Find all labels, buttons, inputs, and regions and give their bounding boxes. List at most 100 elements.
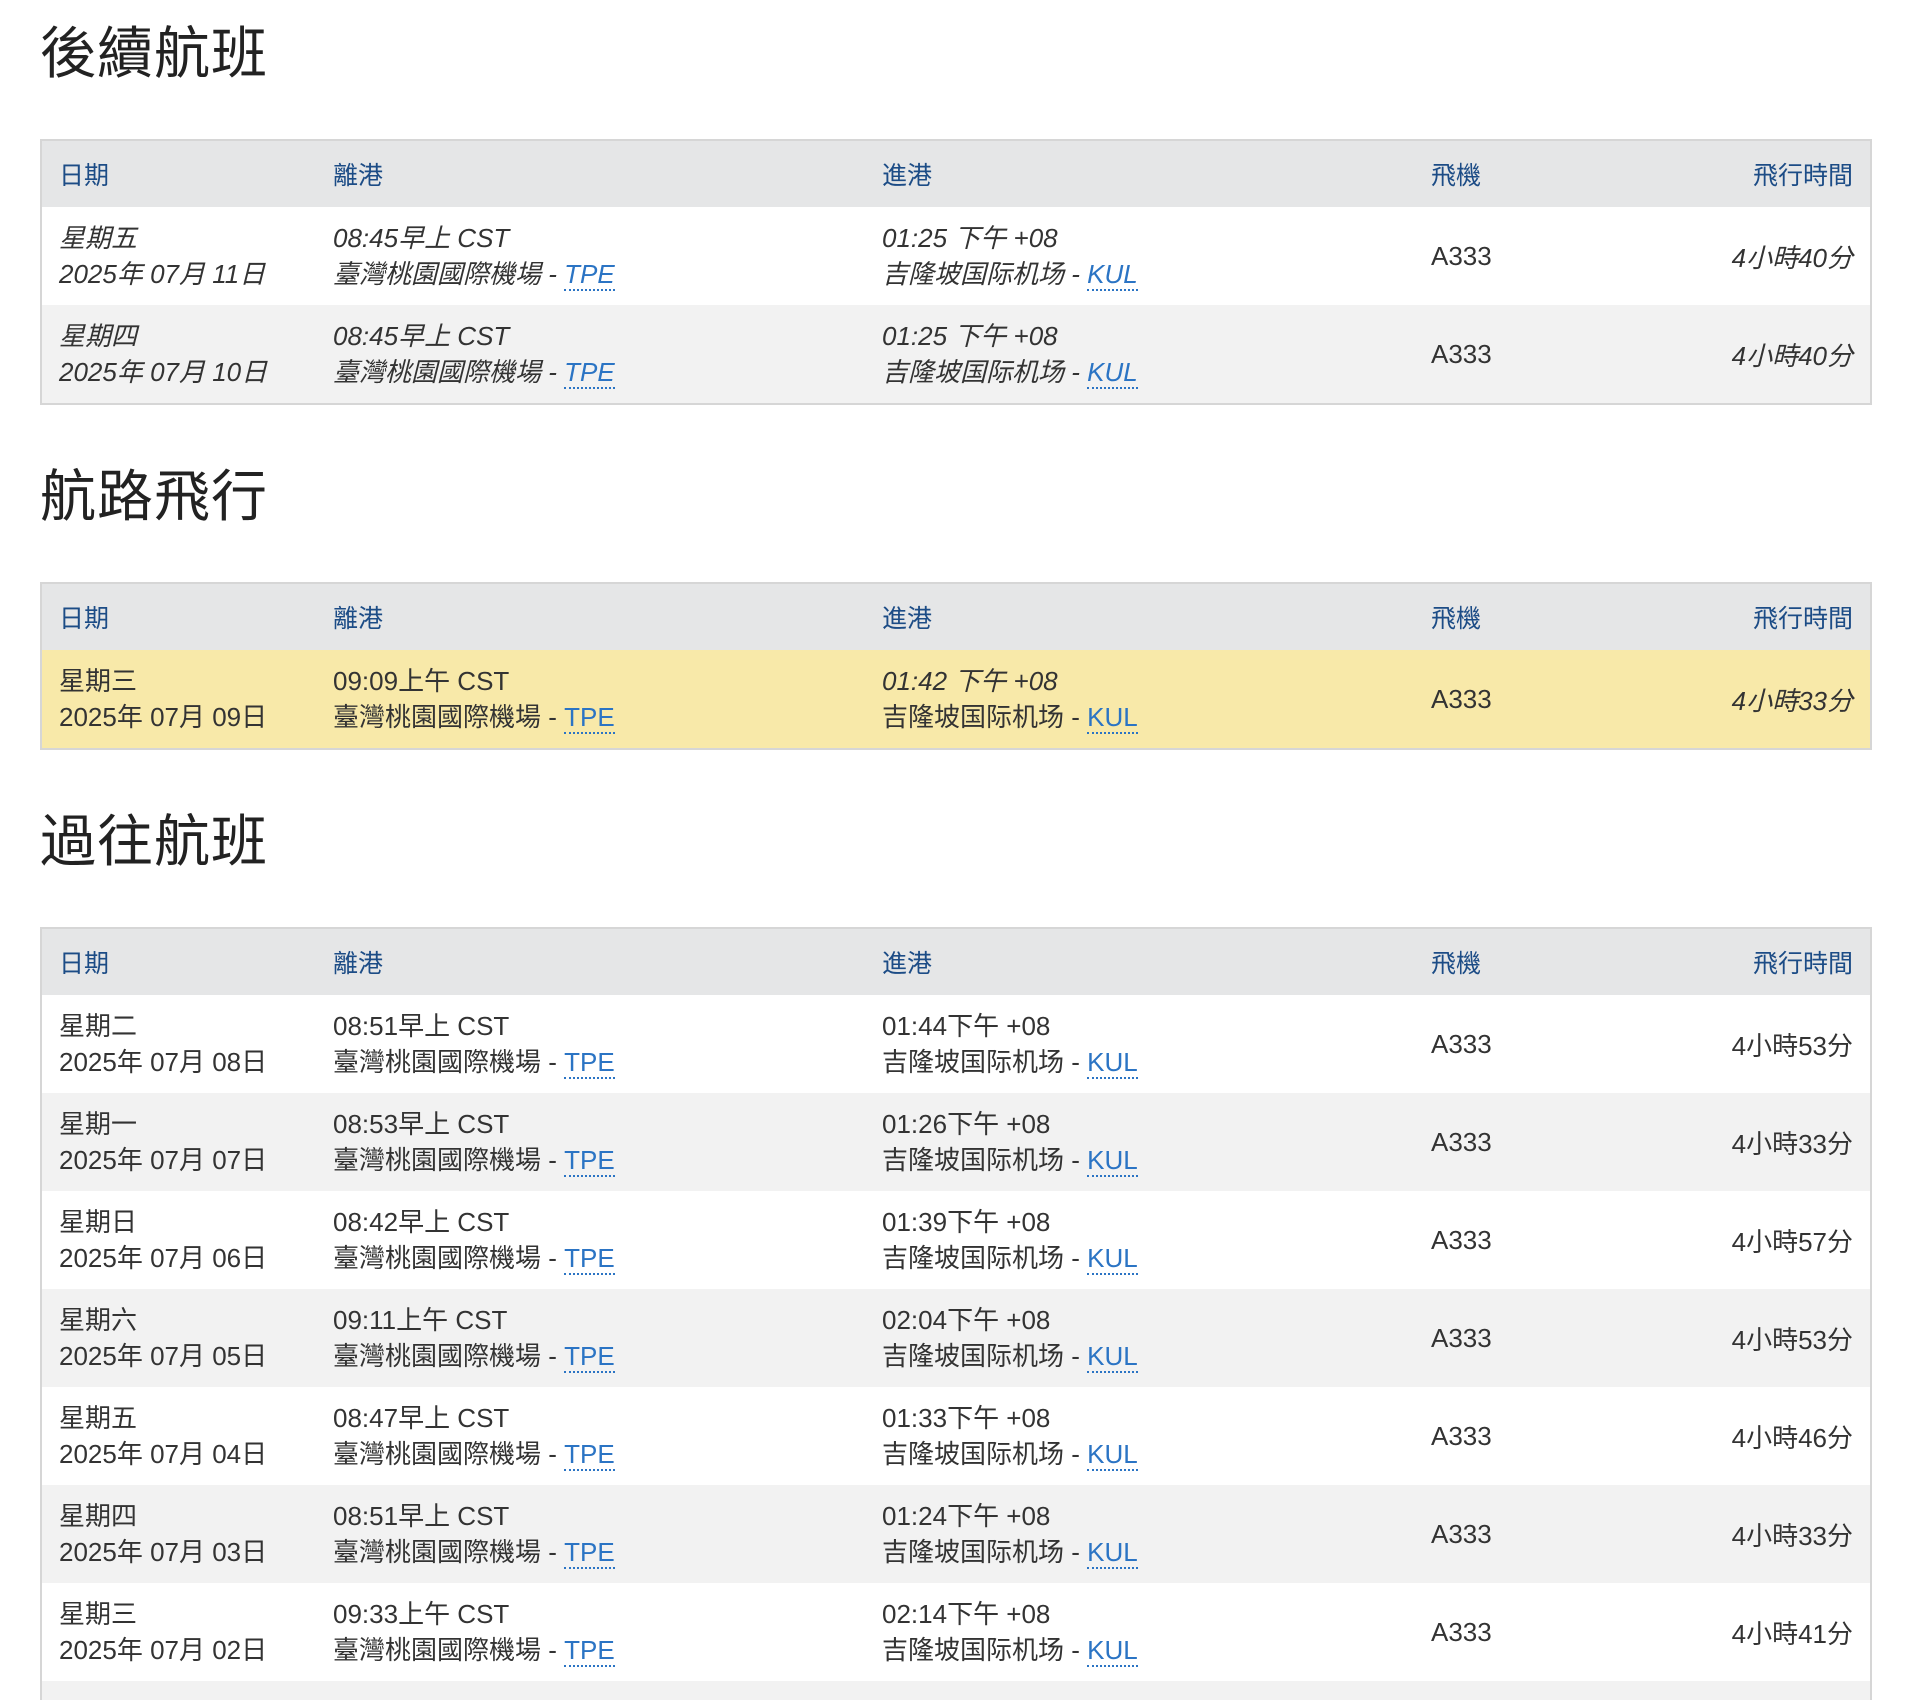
departure-airport-code-link[interactable]: TPE (564, 259, 615, 291)
table-row[interactable]: 星期六 2025年 07月 05日 09:11上午 CST 臺灣桃園國際機場 -… (42, 1289, 1870, 1387)
date: 2025年 07月 08日 (59, 1047, 268, 1077)
weekday: 星期六 (59, 1305, 138, 1335)
arrival-cell: 01:25 下午 +08 吉隆坡国际机场 - KUL (865, 220, 1414, 292)
table-header: 日期 離港 進港 飛機 飛行時間 (42, 584, 1870, 650)
arrival-airport-code-link[interactable]: KUL (1087, 357, 1138, 389)
departure-airport-code-link[interactable]: TPE (564, 1439, 615, 1471)
arrival-airport-code-link[interactable]: KUL (1087, 702, 1138, 734)
arrival-airport-line: 吉隆坡国际机场 - KUL (882, 357, 1138, 389)
date: 2025年 07月 02日 (59, 1635, 268, 1665)
departure-cell: 08:51早上 CST 臺灣桃園國際機場 - TPE (316, 1008, 865, 1080)
arrival-time: 02:04下午 +08 (882, 1305, 1051, 1335)
weekday: 星期三 (59, 1599, 138, 1629)
aircraft-type: A333 (1431, 1322, 1492, 1353)
departure-airport-line: 臺灣桃園國際機場 - TPE (333, 1047, 615, 1079)
date-cell: 星期二 2025年 07月 08日 (42, 1008, 316, 1080)
aircraft-type: A333 (1431, 683, 1492, 714)
departure-airport-code-link[interactable]: TPE (564, 1145, 615, 1177)
departure-time: 08:42早上 CST (333, 1207, 510, 1237)
departure-airport-code-link[interactable]: TPE (564, 1537, 615, 1569)
departure-airport-code-link[interactable]: TPE (564, 1635, 615, 1667)
arrival-airport-line: 吉隆坡国际机场 - KUL (882, 1635, 1138, 1667)
arrival-airport: 吉隆坡国际机场 (882, 1145, 1065, 1175)
departure-time: 08:53早上 CST (333, 1109, 510, 1139)
arrival-airport-line: 吉隆坡国际机场 - KUL (882, 1047, 1138, 1079)
arrival-cell: 01:25 下午 +08 吉隆坡国际机场 - KUL (865, 318, 1414, 390)
arrival-airport-code-link[interactable]: KUL (1087, 1341, 1138, 1373)
table-row[interactable]: 星期二 2025年 07月 08日 08:51早上 CST 臺灣桃園國際機場 -… (42, 995, 1870, 1093)
arrival-airport-line: 吉隆坡国际机场 - KUL (882, 702, 1138, 734)
arrival-airport: 吉隆坡国际机场 (882, 1537, 1065, 1567)
arrival-airport-code-link[interactable]: KUL (1087, 1047, 1138, 1079)
flight-duration: 4小時53分 (1731, 1030, 1853, 1061)
departure-airport: 臺灣桃園國際機場 (333, 1439, 542, 1469)
table-row-current[interactable]: 星期三 2025年 07月 09日 09:09上午 CST 臺灣桃園國際機場 -… (42, 650, 1870, 748)
departure-cell: 09:33上午 CST 臺灣桃園國際機場 - TPE (316, 1596, 865, 1668)
header-departure: 離港 (333, 605, 384, 633)
departure-airport: 臺灣桃園國際機場 (333, 259, 542, 289)
date: 2025年 07月 03日 (59, 1537, 268, 1567)
departure-airport-code-link[interactable]: TPE (564, 357, 615, 389)
departure-airport: 臺灣桃園國際機場 (333, 357, 542, 387)
arrival-cell: 01:42 下午 +08 吉隆坡国际机场 - KUL (865, 663, 1414, 735)
flight-history-page: 後續航班 日期 離港 進港 飛機 飛行時間 星期五 2025年 07月 11日 … (0, 0, 1914, 1700)
section-title-past: 過往航班 (40, 810, 268, 873)
departure-time: 09:09上午 CST (333, 666, 510, 696)
arrival-airport-code-link[interactable]: KUL (1087, 1537, 1138, 1569)
departure-airport-line: 臺灣桃園國際機場 - TPE (333, 357, 615, 389)
departure-airport-line: 臺灣桃園國際機場 - TPE (333, 1635, 615, 1667)
header-arrival: 進港 (882, 950, 933, 978)
table-row[interactable]: 星期四 2025年 07月 10日 08:45早上 CST 臺灣桃園國際機場 -… (42, 305, 1870, 403)
weekday: 星期二 (59, 1011, 138, 1041)
date: 2025年 07月 09日 (59, 702, 268, 732)
arrival-time: 01:42 下午 +08 (882, 666, 1058, 696)
date-cell: 星期四 2025年 07月 10日 (42, 318, 316, 390)
arrival-time: 01:39下午 +08 (882, 1207, 1051, 1237)
arrival-cell: 02:04下午 +08 吉隆坡国际机场 - KUL (865, 1302, 1414, 1374)
weekday: 星期五 (59, 1403, 138, 1433)
arrival-airport-code-link[interactable]: KUL (1087, 1439, 1138, 1471)
header-duration: 飛行時間 (1752, 162, 1853, 190)
arrival-cell: 01:33下午 +08 吉隆坡国际机场 - KUL (865, 1400, 1414, 1472)
date-cell: 星期一 2025年 07月 07日 (42, 1106, 316, 1178)
departure-time: 09:11上午 CST (333, 1305, 508, 1335)
arrival-airport-code-link[interactable]: KUL (1087, 1145, 1138, 1177)
table-row[interactable]: 星期四 2025年 07月 03日 08:51早上 CST 臺灣桃園國際機場 -… (42, 1485, 1870, 1583)
departure-time: 09:33上午 CST (333, 1599, 510, 1629)
arrival-time: 01:33下午 +08 (882, 1403, 1051, 1433)
departure-time: 08:45早上 CST (333, 223, 510, 253)
departure-airport-code-link[interactable]: TPE (564, 702, 615, 734)
header-aircraft: 飛機 (1431, 605, 1482, 633)
header-departure: 離港 (333, 950, 384, 978)
header-date: 日期 (59, 605, 110, 633)
arrival-airport-code-link[interactable]: KUL (1087, 259, 1138, 291)
date: 2025年 07月 11日 (59, 259, 266, 289)
departure-airport: 臺灣桃園國際機場 (333, 1145, 542, 1175)
arrival-airport-code-link[interactable]: KUL (1087, 1635, 1138, 1667)
arrival-cell: 01:26下午 +08 吉隆坡国际机场 - KUL (865, 1106, 1414, 1178)
upcoming-flights-table: 日期 離港 進港 飛機 飛行時間 星期五 2025年 07月 11日 08:45… (40, 139, 1872, 405)
table-row[interactable]: 星期五 2025年 07月 11日 08:45早上 CST 臺灣桃園國際機場 -… (42, 207, 1870, 305)
departure-airport-code-link[interactable]: TPE (564, 1047, 615, 1079)
table-row[interactable]: 星期一 2025年 07月 07日 08:53早上 CST 臺灣桃園國際機場 -… (42, 1093, 1870, 1191)
header-arrival: 進港 (882, 605, 933, 633)
departure-airport-code-link[interactable]: TPE (564, 1243, 615, 1275)
arrival-airport-code-link[interactable]: KUL (1087, 1243, 1138, 1275)
table-row[interactable]: 星期三 2025年 07月 02日 09:33上午 CST 臺灣桃園國際機場 -… (42, 1583, 1870, 1681)
arrival-time: 02:14下午 +08 (882, 1599, 1051, 1629)
departure-airport: 臺灣桃園國際機場 (333, 702, 542, 732)
departure-airport-line: 臺灣桃園國際機場 - TPE (333, 1537, 615, 1569)
departure-airport-code-link[interactable]: TPE (564, 1341, 615, 1373)
departure-airport: 臺灣桃園國際機場 (333, 1537, 542, 1567)
flight-duration: 4小時33分 (1731, 1128, 1853, 1159)
flight-duration: 4小時40分 (1731, 340, 1853, 371)
departure-cell: 08:53早上 CST 臺灣桃園國際機場 - TPE (316, 1106, 865, 1178)
arrival-airport: 吉隆坡国际机场 (882, 1341, 1065, 1371)
aircraft-type: A333 (1431, 1126, 1492, 1157)
table-row[interactable]: 星期日 2025年 07月 06日 08:42早上 CST 臺灣桃園國際機場 -… (42, 1191, 1870, 1289)
flight-duration: 4小時46分 (1731, 1422, 1853, 1453)
table-row[interactable]: 星期五 2025年 07月 04日 08:47早上 CST 臺灣桃園國際機場 -… (42, 1387, 1870, 1485)
flight-duration: 4小時53分 (1731, 1324, 1853, 1355)
arrival-time: 01:25 下午 +08 (882, 223, 1058, 253)
aircraft-type: A333 (1431, 1518, 1492, 1549)
